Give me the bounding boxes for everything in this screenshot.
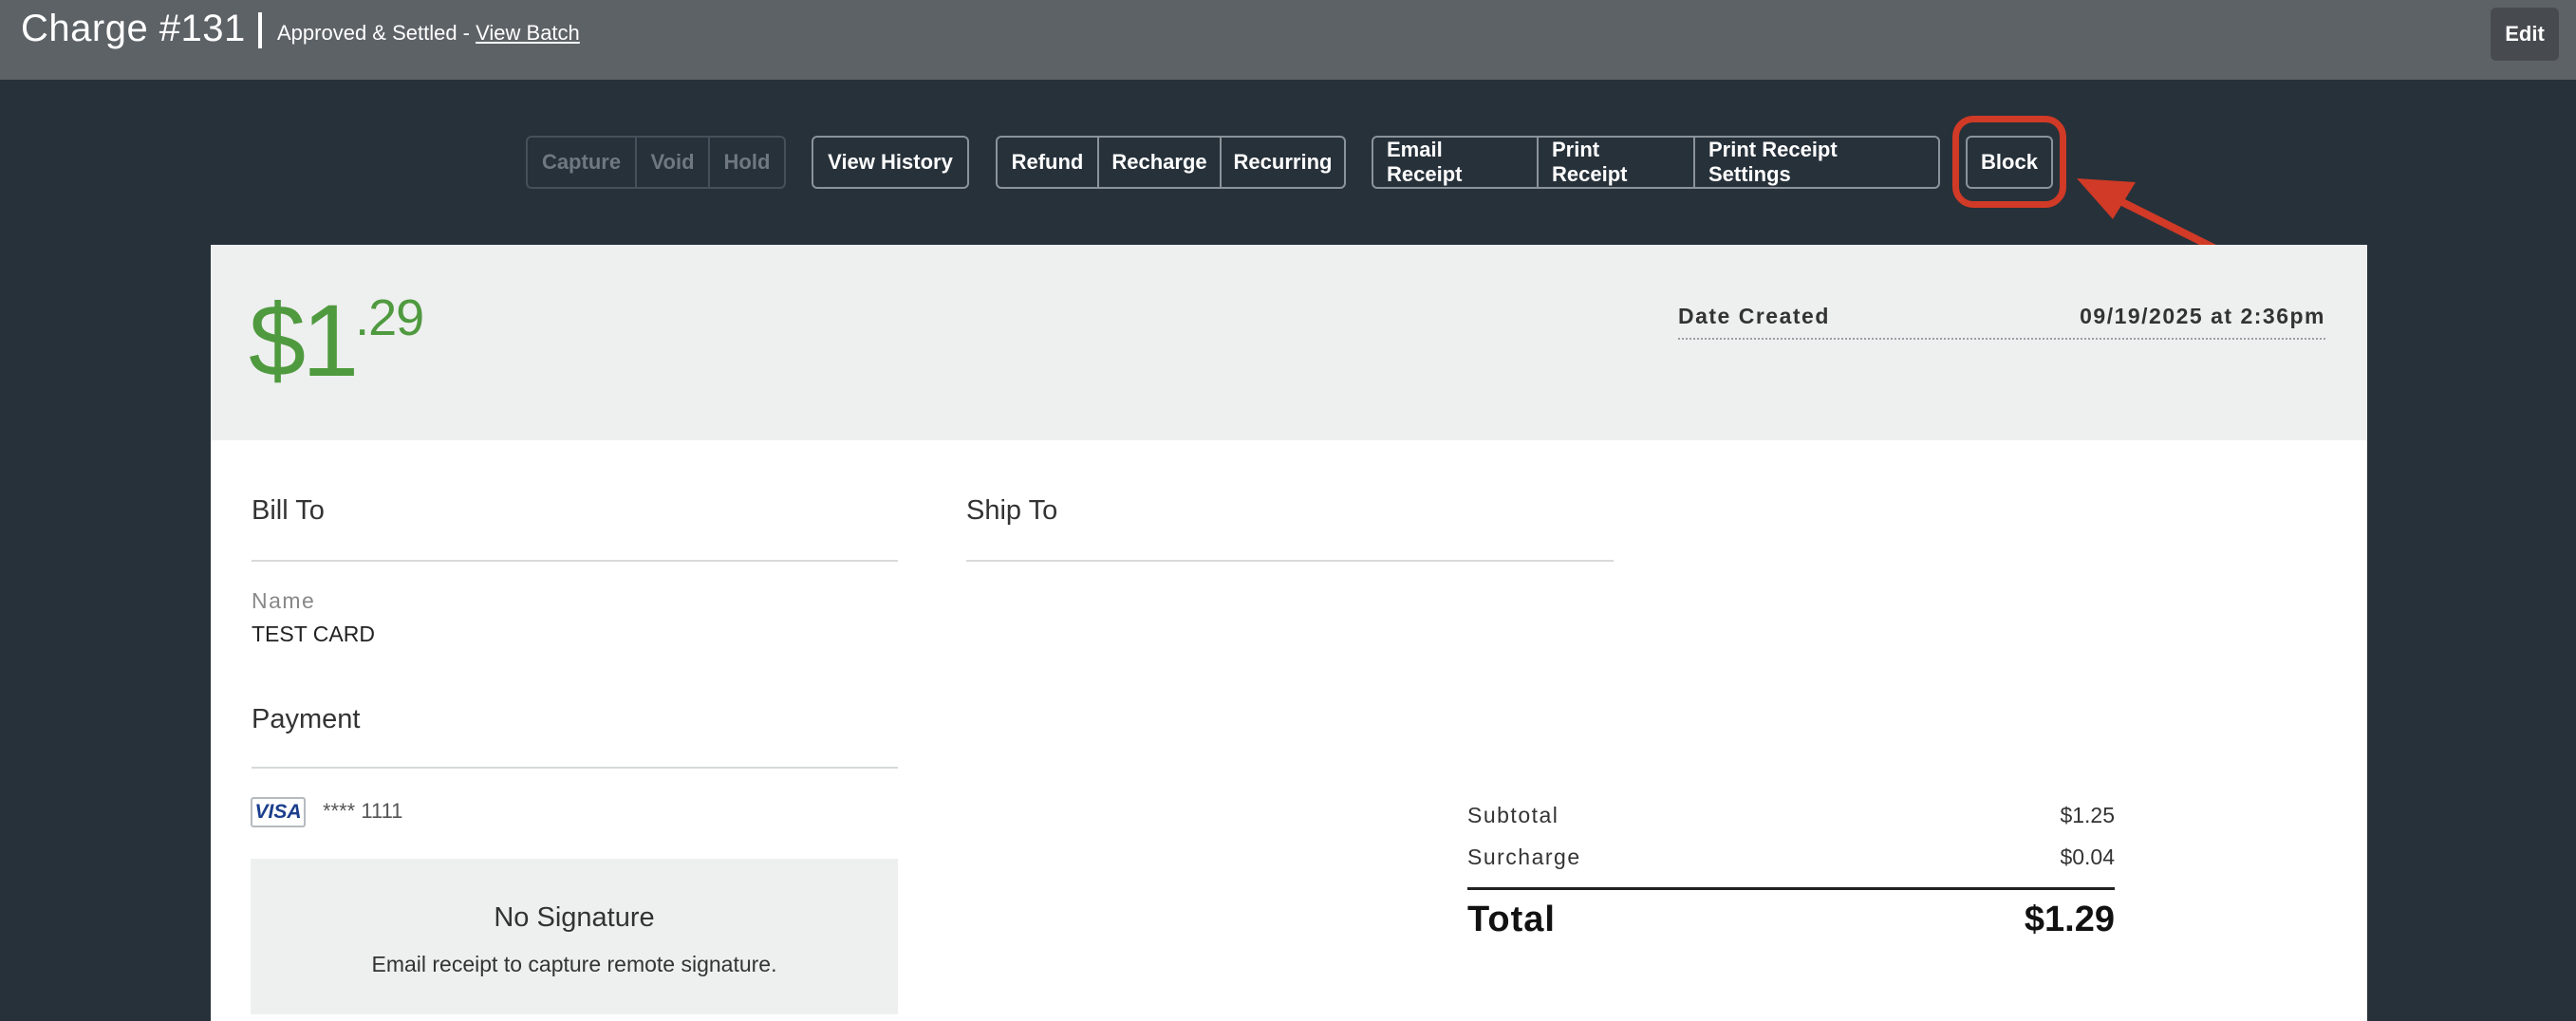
payment-divider [252, 767, 898, 769]
surcharge-row: Surcharge $0.04 [1467, 845, 2115, 873]
visa-icon: VISA [251, 797, 306, 827]
summary-panel: $1.29 Date Created 09/19/2025 at 2:36pm [211, 245, 2367, 440]
charge-amount: $1.29 [249, 281, 424, 399]
total-row: Total $1.29 [1467, 900, 2115, 947]
charge-card: $1.29 Date Created 09/19/2025 at 2:36pm … [211, 245, 2367, 1021]
signature-subtitle: Email receipt to capture remote signatur… [371, 952, 777, 976]
ship-to-divider [966, 560, 1614, 562]
subtotal-label: Subtotal [1467, 803, 1559, 827]
amount-whole: $1 [249, 283, 359, 398]
subtotal-value: $1.25 [2060, 803, 2115, 827]
surcharge-label: Surcharge [1467, 845, 1581, 869]
totals-divider [1467, 887, 2115, 890]
signature-box: No Signature Email receipt to capture re… [251, 859, 898, 1014]
total-value: $1.29 [2024, 900, 2115, 939]
signature-title: No Signature [494, 902, 655, 933]
ship-to-title: Ship To [966, 495, 1058, 526]
amount-cents: .29 [355, 289, 424, 346]
subtotal-row: Subtotal $1.25 [1467, 803, 2115, 831]
date-created-label: Date Created [1678, 304, 1830, 328]
surcharge-value: $0.04 [2060, 845, 2115, 869]
date-created-value: 09/19/2025 at 2:36pm [2080, 304, 2325, 328]
name-label: Name [252, 588, 316, 613]
bill-to-title: Bill To [252, 495, 325, 526]
total-label: Total [1467, 900, 1556, 939]
bill-to-divider [252, 560, 898, 562]
date-created-row: Date Created 09/19/2025 at 2:36pm [1678, 292, 2325, 340]
card-number: **** 1111 [323, 799, 403, 823]
name-value: TEST CARD [252, 622, 375, 646]
payment-title: Payment [252, 704, 361, 734]
